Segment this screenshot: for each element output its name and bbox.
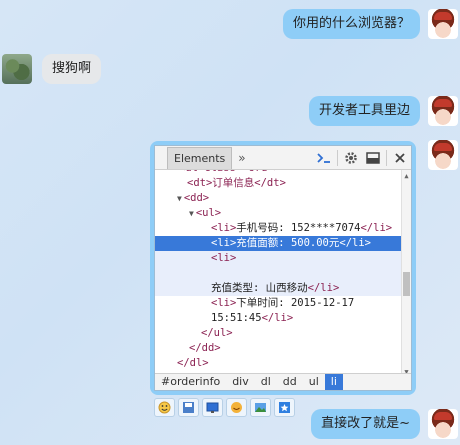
crumb-orderinfo[interactable]: #orderinfo (155, 374, 226, 390)
message-row: 直接改了就是~ (311, 409, 460, 439)
message-row: 你用的什么浏览器？ (282, 9, 460, 39)
message-row: 开发者工具里边 (308, 96, 460, 126)
message-bubble: 你用的什么浏览器？ (282, 9, 420, 39)
image-message[interactable]: Elements » <dl class="ord"> (150, 141, 416, 395)
user-avatar[interactable] (428, 409, 458, 439)
crumb-div[interactable]: div (226, 374, 255, 390)
user-avatar[interactable] (428, 140, 458, 170)
tab-elements[interactable]: Elements (167, 146, 233, 169)
smile-icon[interactable] (154, 398, 175, 417)
message-bubble: 开发者工具里边 (308, 96, 420, 126)
vertical-scrollbar[interactable]: ▲ ▼ (401, 170, 411, 378)
toolbar-divider (337, 149, 338, 166)
crumb-dd[interactable]: dd (277, 374, 303, 390)
toolbar-divider (386, 149, 387, 166)
scroll-up-arrow[interactable]: ▲ (402, 172, 411, 180)
console-icon[interactable] (313, 147, 335, 169)
tree-line[interactable]: <dt>订单信息</dt> (155, 176, 403, 191)
message-bubble: 搜狗啊 (42, 54, 102, 84)
dom-tree[interactable]: <dl class="ord"> <dt>订单信息</dt> ▼<dd> ▼<u… (155, 170, 403, 378)
dock-icon[interactable] (362, 147, 384, 169)
scroll-thumb[interactable] (403, 272, 410, 296)
expand-arrow[interactable]: ▼ (189, 209, 194, 218)
breadcrumb: #orderinfo div dl dd ul li (155, 373, 411, 390)
bookmark-icon[interactable] (274, 398, 295, 417)
crumb-dl[interactable]: dl (255, 374, 277, 390)
devtools-toolbar: Elements » (155, 146, 411, 170)
screen-icon[interactable] (202, 398, 223, 417)
crumb-ul[interactable]: ul (303, 374, 325, 390)
expand-arrow[interactable]: ▼ (177, 194, 182, 203)
more-tabs-button[interactable]: » (238, 151, 245, 165)
tree-line[interactable]: ▼ <ul> (155, 206, 403, 221)
message-bubble: 直接改了就是~ (311, 409, 420, 439)
save-icon[interactable] (178, 398, 199, 417)
tree-line[interactable]: <li>手机号码: 152****7074</li> (155, 221, 403, 236)
close-icon[interactable] (389, 147, 411, 169)
tree-line[interactable]: <li>下单时间: 2015-12-17 (155, 296, 403, 311)
image-action-toolbar (154, 398, 295, 417)
message-row: 搜狗啊 (2, 54, 102, 84)
user-avatar[interactable] (428, 9, 458, 39)
tree-line[interactable]: </dl> (155, 356, 403, 371)
face-icon[interactable] (226, 398, 247, 417)
user-avatar[interactable] (428, 96, 458, 126)
tree-line[interactable]: </ul> (155, 326, 403, 341)
tree-line[interactable]: 15:51:45</li> (155, 311, 403, 326)
crumb-li[interactable]: li (324, 374, 343, 390)
gear-icon[interactable] (340, 147, 362, 169)
tree-line[interactable]: </dd> (155, 341, 403, 356)
devtools-panel: Elements » <dl class="ord"> (154, 145, 412, 391)
tree-line-selected[interactable]: <li>充值面额: 500.00元</li> (155, 236, 403, 251)
tree-line[interactable]: ▼ <dd> (155, 191, 403, 206)
contact-avatar[interactable] (2, 54, 32, 84)
image-icon[interactable] (250, 398, 271, 417)
tree-line[interactable]: 充值类型: 山西移动</li> (155, 281, 403, 296)
